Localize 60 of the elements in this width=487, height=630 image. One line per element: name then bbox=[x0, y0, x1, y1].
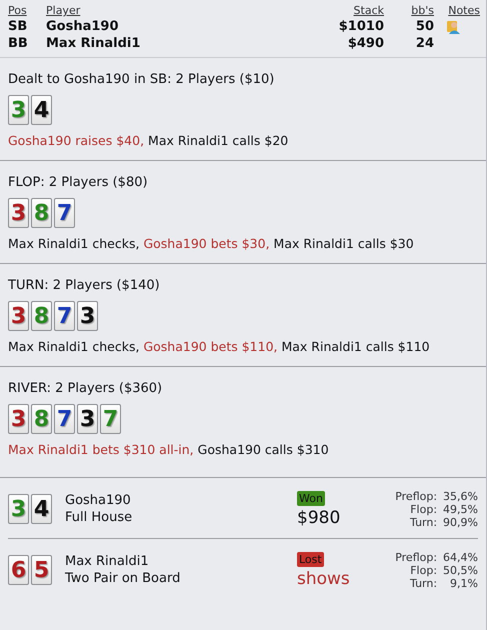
playing-card: 8 bbox=[31, 404, 52, 434]
playing-card: 7 bbox=[54, 301, 75, 331]
playing-card: 8 bbox=[31, 198, 52, 228]
player-name: Gosha190 bbox=[65, 493, 132, 508]
player-name: Max Rinaldi1 bbox=[65, 554, 150, 569]
hand-description: Full House bbox=[65, 510, 134, 525]
equity-value: 35,6% bbox=[443, 490, 478, 502]
player-name: Gosha190 bbox=[46, 18, 120, 34]
equity-label: Turn: bbox=[409, 516, 438, 528]
playing-card: 3 bbox=[8, 301, 29, 331]
playing-card: 8 bbox=[31, 301, 52, 331]
equity-value: 90,9% bbox=[443, 516, 478, 528]
equity-value: 9,1% bbox=[449, 576, 478, 590]
position: SB bbox=[8, 18, 28, 34]
big-blinds: 24 bbox=[416, 36, 434, 50]
big-blinds: 50 bbox=[416, 18, 434, 34]
playing-card: 7 bbox=[54, 198, 75, 228]
action-line: Max Rinaldi1 checks, Gosha190 bets $30, Max Rinaldi1 calls $30 bbox=[8, 236, 415, 251]
playing-card: 5 bbox=[31, 555, 52, 585]
equity-label: Flop: bbox=[409, 502, 438, 516]
playing-card: 3 bbox=[8, 198, 29, 228]
playing-card: 3 bbox=[77, 404, 98, 434]
action-line: Gosha190 raises $40, Max Rinaldi1 calls $20 bbox=[8, 133, 290, 148]
column-header[interactable]: Notes bbox=[448, 4, 480, 17]
playing-card: 3 bbox=[8, 95, 29, 125]
position: BB bbox=[8, 36, 29, 50]
hand-description: Two Pair on Board bbox=[65, 571, 182, 586]
equity-label: Preflop: bbox=[395, 550, 438, 564]
result-amount: $980 bbox=[297, 508, 340, 528]
equity-value: 49,5% bbox=[443, 502, 478, 516]
street-title: FLOP: 2 Players ($80) bbox=[8, 175, 148, 190]
playing-card: 6 bbox=[8, 555, 29, 585]
column-header[interactable]: bb's bbox=[411, 4, 434, 17]
playing-card: 4 bbox=[31, 95, 52, 125]
playing-card: 3 bbox=[8, 494, 29, 524]
street-title: RIVER: 2 Players ($360) bbox=[8, 381, 162, 396]
stack: $490 bbox=[348, 36, 384, 50]
playing-card: 7 bbox=[54, 404, 75, 434]
result-badge: Won bbox=[297, 490, 325, 506]
equity-label: Turn: bbox=[409, 576, 438, 590]
result-badge: Lost bbox=[297, 552, 324, 566]
street-title: Dealt to Gosha190 in SB: 2 Players ($10) bbox=[8, 72, 274, 87]
equity-value: 50,5% bbox=[443, 564, 478, 576]
playing-card: 4 bbox=[31, 494, 52, 524]
column-header[interactable]: Pos bbox=[8, 4, 46, 17]
action-line: Max Rinaldi1 checks, Gosha190 bets $110, Max Rinaldi1 calls $110 bbox=[8, 339, 431, 354]
equity-label: Preflop: bbox=[395, 490, 438, 502]
playing-card: 3 bbox=[77, 301, 98, 331]
equity-label: Flop: bbox=[409, 564, 438, 576]
street-title: TURN: 2 Players ($140) bbox=[8, 278, 160, 293]
note-icon[interactable] bbox=[446, 18, 461, 34]
player-name: Max Rinaldi1 bbox=[46, 36, 142, 50]
action-line: Max Rinaldi1 bets $310 all-in, Gosha190 calls $310 bbox=[8, 442, 330, 457]
playing-card: 7 bbox=[100, 404, 121, 434]
column-header[interactable]: Player bbox=[46, 4, 314, 17]
equity-value: 64,4% bbox=[443, 550, 478, 564]
stack: $1010 bbox=[338, 18, 384, 34]
playing-card: 3 bbox=[8, 404, 29, 434]
result-amount: shows bbox=[297, 568, 350, 588]
column-header[interactable]: Stack bbox=[354, 4, 384, 17]
